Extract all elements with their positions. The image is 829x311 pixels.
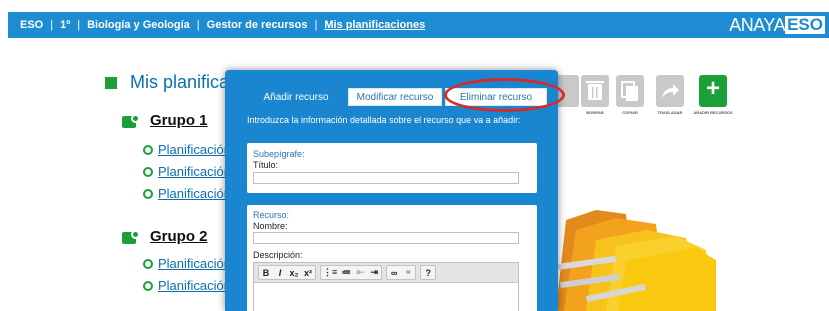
planning-item[interactable]: Planificación [143,142,231,157]
breadcrumb-item-course[interactable]: 1º [60,19,70,31]
indent-icon[interactable]: ⇥ [367,266,381,279]
top-navigation-bar: ESO | 1º | Biología y Geología | Gestor … [8,12,829,38]
breadcrumb-separator: | [314,19,318,31]
planning-link[interactable]: Planificación [158,278,231,293]
add-plus-icon: + [699,75,727,107]
breadcrumb-separator: | [196,19,200,31]
planning-item[interactable]: Planificación [143,164,231,179]
tab-add-resource[interactable]: Añadir recurso [247,88,345,106]
planning-item[interactable]: Planificación [143,256,231,271]
group-2-header[interactable]: Grupo 2 [122,228,208,245]
group-users-icon [122,113,140,128]
copy-button[interactable]: COPIAR [610,75,650,115]
highlight-ring [444,78,565,112]
move-label: TRASLADAR [657,110,683,115]
resource-section-label: Recurso: [253,210,290,220]
group-label[interactable]: Grupo 2 [150,228,208,245]
subheading-panel: Subepígrafe: Título: [247,143,537,193]
subscript-button[interactable]: x₂ [287,266,301,279]
delete-button[interactable]: BORRAR [575,75,615,115]
delete-label: BORRAR [586,110,604,115]
numbered-list-icon[interactable]: ⋮≡ [321,266,339,279]
description-field-label: Descripción: [253,250,303,260]
breadcrumb-separator: | [77,19,81,31]
italic-button[interactable]: I [273,266,287,279]
name-input[interactable] [253,232,519,244]
title-input[interactable] [253,172,519,184]
circle-bullet-icon [143,166,153,177]
superscript-button[interactable]: x² [301,266,315,279]
planning-link[interactable]: Planificación [158,186,231,201]
group-label[interactable]: Grupo 1 [150,112,208,129]
trash-icon [581,75,609,107]
planning-link[interactable]: Planificación [158,164,231,179]
bullet-list-icon[interactable]: ≔ [339,266,353,279]
add-resources-button[interactable]: + AÑADIR RECURSOS [693,75,733,115]
breadcrumb-item-my-plans[interactable]: Mis planificaciones [324,19,425,31]
logo-text-anaya: ANAYA [729,14,786,35]
folders-illustration [555,200,716,311]
anaya-eso-logo: ANAYA ESO [729,15,825,35]
planning-item[interactable]: Planificación [143,278,231,293]
circle-bullet-icon [143,144,153,155]
circle-bullet-icon [143,280,153,291]
copy-label: COPIAR [622,110,638,115]
page-title-row: Mis planificac [105,72,238,93]
title-field-label: Título: [253,160,279,170]
logo-text-eso: ESO [785,15,825,34]
breadcrumb-item-eso[interactable]: ESO [20,19,43,31]
title-square-icon [105,76,117,89]
resource-panel: Recurso: Nombre: Descripción: B I x₂ x² … [247,205,537,311]
outdent-icon[interactable]: ⇤ [353,266,367,279]
description-editor[interactable]: B I x₂ x² ⋮≡ ≔ ⇤ ⇥ ∞ ⚭ ? [253,262,519,311]
planning-link[interactable]: Planificación [158,256,231,271]
add-resources-label: AÑADIR RECURSOS [693,110,733,115]
bold-button[interactable]: B [259,266,273,279]
breadcrumb-separator: | [50,19,54,31]
link-icon[interactable]: ∞ [387,266,401,279]
circle-bullet-icon [143,188,153,199]
move-button[interactable]: TRASLADAR [650,75,690,115]
planning-item[interactable]: Planificación [143,186,231,201]
group-users-icon [122,229,140,244]
unlink-icon[interactable]: ⚭ [401,266,415,279]
breadcrumb-item-resource-manager[interactable]: Gestor de recursos [207,19,308,31]
tab-modify-resource[interactable]: Modificar recurso [348,88,442,106]
group-1-header[interactable]: Grupo 1 [122,112,208,129]
subheading-section-label: Subepígrafe: [253,149,305,159]
page-title: Mis planificac [130,72,239,92]
add-resource-dialog: Añadir recurso Modificar recurso Elimina… [225,70,565,311]
planning-link[interactable]: Planificación [158,142,231,157]
breadcrumb: ESO | 1º | Biología y Geología | Gestor … [20,12,425,38]
circle-bullet-icon [143,258,153,269]
help-icon[interactable]: ? [421,266,435,279]
dialog-instructions: Introduzca la información detallada sobr… [247,115,521,125]
name-field-label: Nombre: [253,221,288,231]
breadcrumb-item-subject[interactable]: Biología y Geología [87,19,190,31]
editor-toolbar: B I x₂ x² ⋮≡ ≔ ⇤ ⇥ ∞ ⚭ ? [254,263,518,283]
share-arrow-icon [656,75,684,107]
copy-icon [616,75,644,107]
